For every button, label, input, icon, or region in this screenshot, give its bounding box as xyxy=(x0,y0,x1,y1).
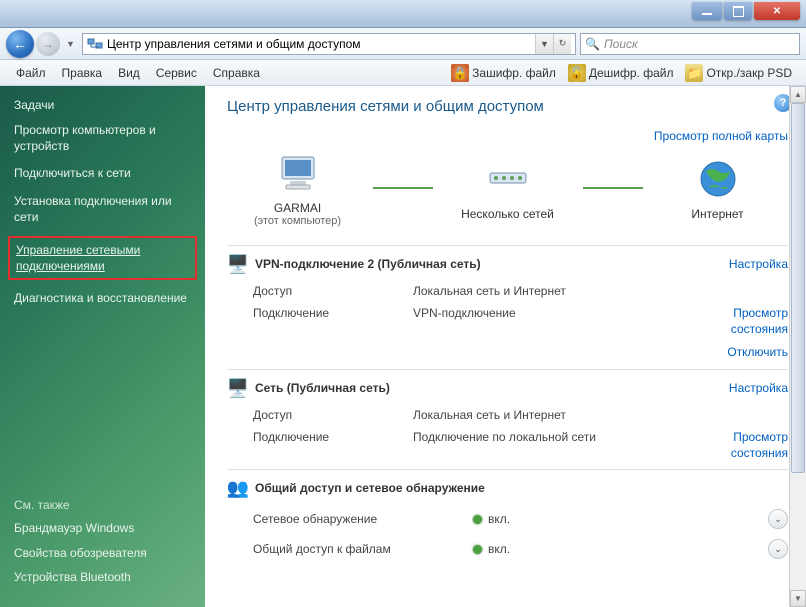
minimize-button[interactable] xyxy=(692,2,722,20)
vpn-configure-link[interactable]: Настройка xyxy=(729,257,788,271)
vpn-section: 🖥️ VPN-подключение 2 (Публичная сеть) На… xyxy=(227,245,788,369)
sharing-icon: 👥 xyxy=(227,478,249,498)
discovery-row-network: Сетевое обнаружение вкл. ⌄ xyxy=(227,504,788,534)
address-text: Центр управления сетями и общим доступом xyxy=(107,37,535,51)
hub-icon xyxy=(443,155,573,203)
titlebar xyxy=(0,0,806,28)
pc-icon xyxy=(233,149,363,197)
menu-service[interactable]: Сервис xyxy=(148,63,205,83)
page-title: Центр управления сетями и общим доступом xyxy=(227,98,788,115)
navbar: ← → ▼ Центр управления сетями и общим до… xyxy=(0,28,806,60)
sidebar-item-connect[interactable]: Подключиться к сети xyxy=(14,165,191,181)
scroll-down-button[interactable]: ▼ xyxy=(790,590,806,607)
status-on-icon xyxy=(473,545,482,554)
sidebar-item-setup-connection[interactable]: Установка подключения или сети xyxy=(14,193,191,225)
back-button[interactable]: ← xyxy=(6,30,34,58)
sidebar-item-bluetooth[interactable]: Устройства Bluetooth xyxy=(14,569,194,585)
vpn-status-link[interactable]: Просмотр состояния xyxy=(698,306,788,337)
decrypt-button[interactable]: 🔓 Дешифр. файл xyxy=(562,62,680,84)
lock-closed-icon: 🔒 xyxy=(451,64,469,82)
maximize-button[interactable] xyxy=(724,2,752,20)
menu-help[interactable]: Справка xyxy=(205,63,268,83)
status-on-icon xyxy=(473,515,482,524)
expand-button[interactable]: ⌄ xyxy=(768,539,788,559)
sidebar-item-diagnose[interactable]: Диагностика и восстановление xyxy=(14,290,191,306)
discovery-label: Общий доступ к файлам xyxy=(253,542,473,556)
encrypt-button[interactable]: 🔒 Зашифр. файл xyxy=(445,62,562,84)
node-internet: Интернет xyxy=(653,155,783,221)
expand-button[interactable]: ⌄ xyxy=(768,509,788,529)
menubar: Файл Правка Вид Сервис Справка 🔒 Зашифр.… xyxy=(0,60,806,86)
sidebar-item-manage-connections[interactable]: Управление сетевыми подключениями xyxy=(8,236,197,280)
scroll-up-button[interactable]: ▲ xyxy=(790,86,806,103)
discovery-status: вкл. xyxy=(488,542,510,556)
lan-title: Сеть (Публичная сеть) xyxy=(255,381,729,395)
lan-icon: 🖥️ xyxy=(227,378,249,398)
node-pc-sublabel: (этот компьютер) xyxy=(233,215,363,227)
globe-icon xyxy=(653,155,783,203)
vpn-conn-key: Подключение xyxy=(253,306,413,337)
sidebar-item-view-computers[interactable]: Просмотр компьютеров и устройств xyxy=(14,122,191,154)
psd-button[interactable]: 📁 Откр./закр PSD xyxy=(679,62,798,84)
vpn-title: VPN-подключение 2 (Публичная сеть) xyxy=(255,257,729,271)
forward-button[interactable]: → xyxy=(36,32,60,56)
lan-status-link[interactable]: Просмотр состояния xyxy=(698,430,788,461)
vertical-scrollbar[interactable]: ▲ ▼ xyxy=(789,86,806,607)
refresh-button[interactable]: ↻ xyxy=(553,34,571,54)
lock-open-icon: 🔓 xyxy=(568,64,586,82)
menu-edit[interactable]: Правка xyxy=(54,63,111,83)
search-icon: 🔍 xyxy=(585,37,600,51)
menu-file[interactable]: Файл xyxy=(8,63,54,83)
vpn-access-val: Локальная сеть и Интернет xyxy=(413,284,698,298)
sharing-title: Общий доступ и сетевое обнаружение xyxy=(255,481,788,495)
node-pc-label: GARMAI xyxy=(233,201,363,215)
network-icon xyxy=(87,36,103,52)
node-networks: Несколько сетей xyxy=(443,155,573,221)
sharing-section: 👥 Общий доступ и сетевое обнаружение Сет… xyxy=(227,469,788,568)
tasks-heading: Задачи xyxy=(14,98,191,112)
close-button[interactable] xyxy=(754,2,800,20)
search-input[interactable]: 🔍 Поиск xyxy=(580,33,800,55)
connection-line xyxy=(583,187,643,189)
search-placeholder: Поиск xyxy=(604,37,638,51)
see-also-heading: См. также xyxy=(14,498,194,512)
vpn-disconnect-link[interactable]: Отключить xyxy=(727,345,788,359)
discovery-label: Сетевое обнаружение xyxy=(253,512,473,526)
node-mid-label: Несколько сетей xyxy=(443,207,573,221)
address-bar[interactable]: Центр управления сетями и общим доступом… xyxy=(82,33,576,55)
node-net-label: Интернет xyxy=(653,207,783,221)
lan-conn-val: Подключение по локальной сети xyxy=(413,430,698,461)
sidebar-item-browser-props[interactable]: Свойства обозревателя xyxy=(14,545,194,561)
address-dropdown[interactable]: ▼ xyxy=(535,34,553,54)
vpn-conn-val: VPN-подключение xyxy=(413,306,698,337)
discovery-row-files: Общий доступ к файлам вкл. ⌄ xyxy=(227,534,788,564)
nav-history-dropdown[interactable]: ▼ xyxy=(66,39,78,49)
scroll-thumb[interactable] xyxy=(791,103,805,473)
discovery-status: вкл. xyxy=(488,512,510,526)
vpn-access-key: Доступ xyxy=(253,284,413,298)
sidebar-item-firewall[interactable]: Брандмауэр Windows xyxy=(14,520,194,536)
lan-access-val: Локальная сеть и Интернет xyxy=(413,408,698,422)
sidebar: Задачи Просмотр компьютеров и устройств … xyxy=(0,86,205,607)
menu-view[interactable]: Вид xyxy=(110,63,148,83)
content: ? Центр управления сетями и общим доступ… xyxy=(205,86,806,607)
vpn-icon: 🖥️ xyxy=(227,254,249,274)
lan-access-key: Доступ xyxy=(253,408,413,422)
lan-configure-link[interactable]: Настройка xyxy=(729,381,788,395)
node-this-pc: GARMAI (этот компьютер) xyxy=(233,149,363,227)
folder-icon: 📁 xyxy=(685,64,703,82)
connection-line xyxy=(373,187,433,189)
full-map-link[interactable]: Просмотр полной карты xyxy=(654,129,788,143)
network-map: GARMAI (этот компьютер) Несколько сетей … xyxy=(227,149,788,227)
lan-conn-key: Подключение xyxy=(253,430,413,461)
lan-section: 🖥️ Сеть (Публичная сеть) Настройка Досту… xyxy=(227,369,788,469)
